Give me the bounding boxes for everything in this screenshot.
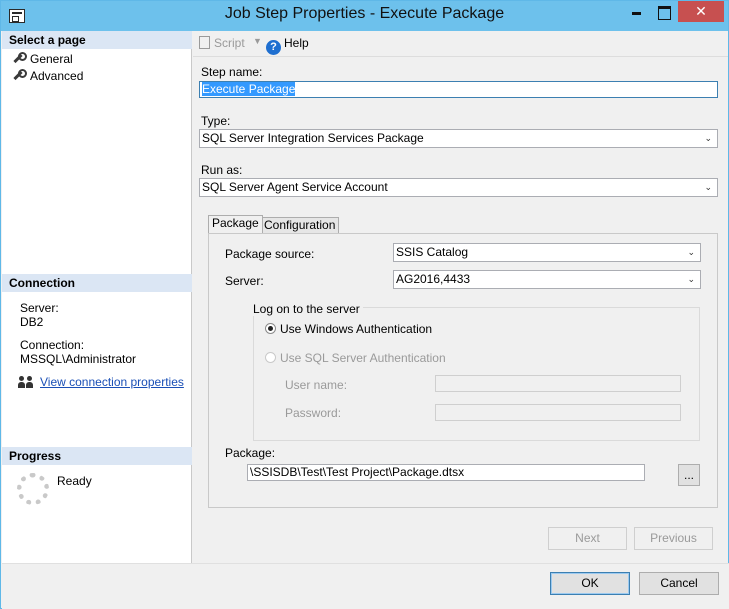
sql-auth-label[interactable]: Use SQL Server Authentication bbox=[280, 351, 446, 365]
connection-label: Connection: bbox=[20, 338, 85, 352]
wrench-icon bbox=[12, 69, 27, 81]
tab-package[interactable]: Package bbox=[208, 215, 263, 233]
windows-auth-label[interactable]: Use Windows Authentication bbox=[280, 322, 432, 336]
step-name-label: Step name: bbox=[201, 65, 263, 79]
connection-value: MSSQL\Administrator bbox=[20, 352, 137, 366]
page-item-general[interactable]: General bbox=[12, 51, 73, 67]
tab-configuration[interactable]: Configuration bbox=[260, 217, 340, 234]
toolbar: Script ▼ ? Help bbox=[193, 31, 728, 57]
script-label: Script bbox=[214, 36, 245, 50]
help-button[interactable]: ? Help bbox=[266, 36, 309, 55]
progress-header: Progress bbox=[2, 447, 192, 465]
connection-header: Connection bbox=[2, 274, 192, 292]
type-value: SQL Server Integration Services Package bbox=[202, 131, 424, 145]
select-page-header: Select a page bbox=[2, 31, 192, 49]
chevron-down-icon: ⌄ bbox=[687, 274, 695, 284]
package-source-label: Package source: bbox=[225, 247, 315, 261]
password-input[interactable] bbox=[435, 404, 681, 421]
minimize-button[interactable] bbox=[623, 1, 650, 22]
left-panel: Select a page General Advanced Connectio… bbox=[2, 31, 192, 563]
type-label: Type: bbox=[201, 114, 231, 128]
maximize-button[interactable] bbox=[650, 1, 677, 22]
server-value: DB2 bbox=[20, 315, 44, 329]
package-path-value: \SSISDB\Test\Test Project\Package.dtsx bbox=[250, 465, 465, 479]
wrench-icon bbox=[12, 52, 27, 64]
sql-auth-radio[interactable] bbox=[265, 352, 276, 363]
package-label: Package: bbox=[225, 446, 276, 460]
chevron-down-icon: ⌄ bbox=[687, 247, 695, 257]
package-source-value: SSIS Catalog bbox=[396, 245, 469, 259]
dialog-window: Job Step Properties - Execute Package ✕ … bbox=[0, 0, 729, 609]
windows-auth-radio[interactable] bbox=[265, 323, 276, 334]
package-path-input[interactable]: \SSISDB\Test\Test Project\Package.dtsx bbox=[247, 464, 645, 481]
type-select[interactable]: SQL Server Integration Services Package … bbox=[199, 129, 718, 148]
logon-group-title: Log on to the server bbox=[253, 302, 363, 316]
run-as-label: Run as: bbox=[201, 163, 243, 177]
close-button[interactable]: ✕ bbox=[678, 1, 724, 22]
cancel-button[interactable]: Cancel bbox=[639, 572, 719, 595]
progress-spinner-icon bbox=[17, 473, 49, 505]
help-icon: ? bbox=[266, 40, 281, 55]
browse-package-button[interactable]: ... bbox=[678, 464, 700, 486]
run-as-value: SQL Server Agent Service Account bbox=[202, 180, 388, 194]
server-select[interactable]: AG2016,4433 ⌄ bbox=[393, 270, 701, 289]
progress-status: Ready bbox=[57, 474, 92, 488]
ok-button[interactable]: OK bbox=[550, 572, 630, 595]
server-field-value: AG2016,4433 bbox=[396, 272, 471, 286]
page-item-label: General bbox=[30, 52, 73, 66]
help-label: Help bbox=[284, 36, 309, 50]
next-button[interactable]: Next bbox=[548, 527, 627, 550]
previous-button[interactable]: Previous bbox=[634, 527, 713, 550]
page-item-label: Advanced bbox=[30, 69, 84, 83]
password-label: Password: bbox=[285, 406, 342, 420]
script-button[interactable]: Script bbox=[199, 36, 245, 50]
user-name-input[interactable] bbox=[435, 375, 681, 392]
package-source-select[interactable]: SSIS Catalog ⌄ bbox=[393, 243, 701, 262]
server-label: Server: bbox=[20, 301, 59, 315]
user-name-label: User name: bbox=[285, 378, 348, 392]
script-icon bbox=[199, 36, 210, 49]
step-name-input[interactable]: Execute Package bbox=[199, 81, 718, 98]
step-name-value: Execute Package bbox=[202, 82, 296, 96]
window-title: Job Step Properties - Execute Package bbox=[224, 5, 505, 22]
chevron-down-icon: ⌄ bbox=[704, 133, 712, 143]
view-connection-properties-link[interactable]: View connection properties bbox=[40, 375, 184, 389]
run-as-select[interactable]: SQL Server Agent Service Account ⌄ bbox=[199, 178, 718, 197]
script-dropdown-icon[interactable]: ▼ bbox=[253, 36, 262, 46]
page-item-advanced[interactable]: Advanced bbox=[12, 68, 83, 84]
chevron-down-icon: ⌄ bbox=[704, 182, 712, 192]
users-icon bbox=[17, 376, 35, 390]
title-bar[interactable]: Job Step Properties - Execute Package ✕ bbox=[1, 1, 728, 31]
server-field-label: Server: bbox=[225, 274, 264, 288]
